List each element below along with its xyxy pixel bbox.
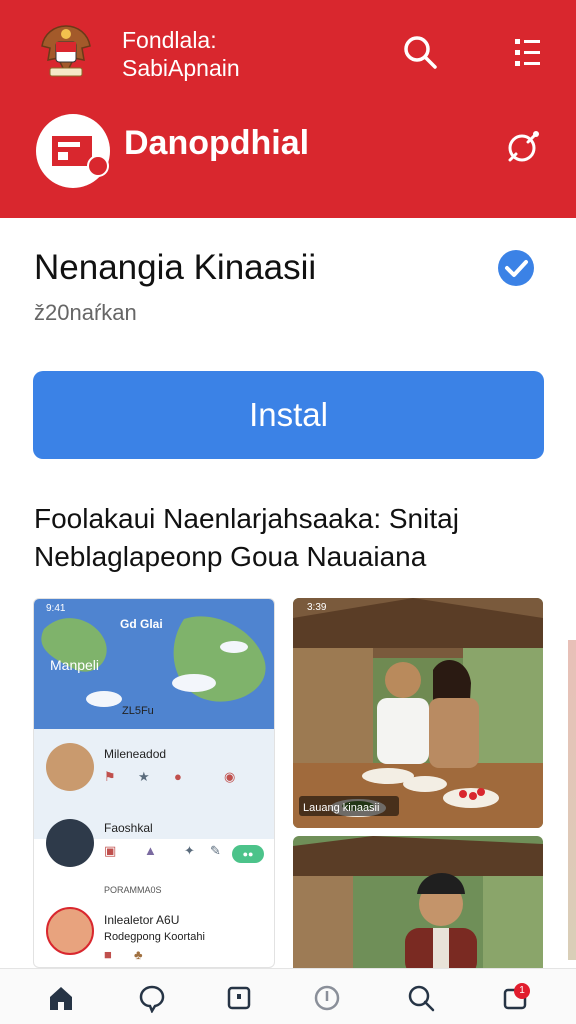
nav-chat[interactable] (135, 981, 169, 1015)
list-item-name: Mileneadod (104, 747, 167, 761)
search-icon (408, 985, 435, 1012)
nav-home[interactable] (44, 981, 78, 1015)
car-icon: ▣ (104, 843, 117, 858)
brand-line-2: SabiApnain (122, 55, 240, 81)
nav-shield[interactable] (310, 981, 344, 1015)
next-screenshot-peek (568, 640, 576, 960)
list-item[interactable]: Mileneadod ⚑ ★ ● ◉ (34, 739, 274, 799)
star-icon: ✦ (184, 843, 195, 858)
list-item-name: Faoshkal (104, 821, 153, 835)
avatar (46, 907, 94, 955)
search-icon (404, 36, 437, 69)
search-button[interactable] (400, 32, 440, 72)
leaf-icon: ♣ (134, 947, 143, 962)
home-icon (50, 987, 72, 1010)
map-area: 9:41 Gd Glai Manpeli ZL5Fu (34, 599, 274, 729)
chat-icon (139, 985, 165, 1013)
screenshot-restaurant-photo[interactable]: 3:39 Lauang kinaasii (293, 598, 543, 828)
nav-apps[interactable] (222, 981, 256, 1015)
status-time: 3:39 (307, 602, 327, 613)
photo-caption: Lauang kinaasii (303, 802, 380, 814)
menu-button[interactable] (508, 32, 548, 72)
map-label: Manpeli (50, 657, 100, 673)
restaurant-photo (293, 598, 543, 828)
app-logo-icon (52, 136, 109, 177)
share-icon (508, 131, 539, 162)
app-description: Foolakaui Naenlarjahsaaka: Snitaj Neblag… (34, 503, 459, 572)
screen-title: Gd Glai (120, 617, 163, 631)
app-name: Danopdhial (124, 124, 310, 162)
status-time: 9:41 (46, 603, 66, 614)
share-button[interactable] (500, 126, 544, 170)
avatar (46, 743, 94, 791)
screenshot-map[interactable]: 9:41 Gd Glai Manpeli ZL5Fu Mileneadod ⚑ … (33, 598, 275, 968)
app-header: Fondlala: SabiApnain Danopdhial (0, 0, 576, 218)
app-title: Nenangia Kinaasii (34, 248, 317, 287)
bottom-navigation (0, 968, 576, 1024)
section-label: PORAMMA0S (104, 885, 162, 895)
list-item[interactable]: Inlealetor A6U Rodegpong Koortahi ■ ♣ (34, 901, 274, 965)
menu-icon (515, 39, 540, 66)
nav-search[interactable] (404, 981, 438, 1015)
avatar (46, 819, 94, 867)
pin-icon: ◉ (224, 769, 236, 784)
verified-icon (498, 250, 534, 286)
map-number: ZL5Fu (122, 705, 154, 717)
status-pill: ●● (232, 845, 264, 863)
bag-icon: ▲ (144, 843, 157, 858)
star-icon: ★ (138, 769, 150, 784)
list-item-name: Inlealetor A6U (104, 913, 180, 927)
app-subtitle: ž20naŕkan (34, 300, 137, 325)
app-logo (36, 114, 110, 188)
person-photo (293, 836, 543, 976)
list-item-subtitle: Rodegpong Koortahi (104, 931, 205, 943)
flag-icon: ⚑ (104, 769, 116, 784)
screenshot-person-photo[interactable] (293, 836, 543, 976)
install-button[interactable]: Instal (33, 371, 544, 459)
list-item[interactable]: Faoshkal ▣ ▲ ✦ ✎ ●● (34, 813, 274, 873)
tag-icon: ✎ (210, 843, 221, 858)
square-icon (227, 986, 251, 1010)
brand-title: Fondlala: SabiApnain (122, 26, 240, 82)
bag-icon: ■ (104, 947, 112, 962)
notification-badge: 1 (514, 983, 530, 999)
emblem-icon (41, 25, 91, 77)
dot-icon: ● (174, 769, 182, 784)
shield-icon (314, 985, 340, 1011)
brand-line-1: Fondlala: (122, 27, 217, 53)
